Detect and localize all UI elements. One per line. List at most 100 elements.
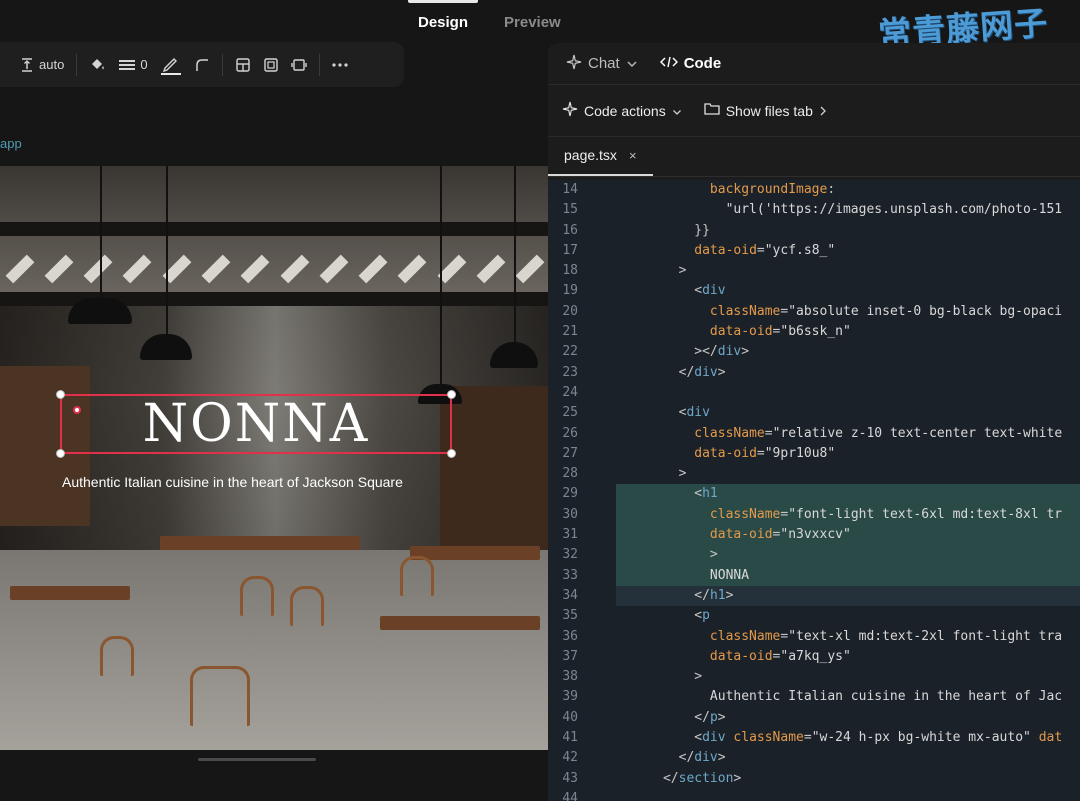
selection-anchor-icon[interactable] bbox=[73, 406, 81, 414]
code-line[interactable]: 28 > bbox=[548, 464, 1080, 484]
layout-grid-icon bbox=[235, 57, 251, 73]
stroke-color-button[interactable] bbox=[154, 50, 188, 80]
code-line[interactable]: 35 <p bbox=[548, 606, 1080, 626]
frame-button[interactable] bbox=[257, 50, 285, 80]
height-control[interactable]: auto bbox=[14, 50, 70, 80]
code-line[interactable]: 38 > bbox=[548, 667, 1080, 687]
code-text: <div bbox=[678, 405, 710, 421]
tab-chat-label: Chat bbox=[588, 55, 620, 72]
tab-design[interactable]: Design bbox=[400, 0, 486, 42]
code-line[interactable]: 19 <div bbox=[548, 281, 1080, 301]
code-line[interactable]: 43 </section> bbox=[548, 769, 1080, 789]
code-line[interactable]: 25 <div bbox=[548, 403, 1080, 423]
code-text: <h1 bbox=[616, 484, 1080, 505]
resize-handle-top-left[interactable] bbox=[56, 390, 65, 399]
line-number: 17 bbox=[562, 242, 578, 258]
file-tab-label: page.tsx bbox=[564, 147, 617, 163]
file-tabs: page.tsx × bbox=[548, 137, 1080, 177]
code-line[interactable]: 30 className="font-light text-6xl md:tex… bbox=[548, 504, 1080, 526]
code-line[interactable]: 33 NONNA bbox=[548, 565, 1080, 586]
border-lines-icon bbox=[119, 59, 136, 71]
code-text: NONNA bbox=[616, 565, 1080, 586]
line-number: 32 bbox=[562, 547, 578, 563]
tab-code[interactable]: Code bbox=[652, 55, 730, 73]
code-line[interactable]: 21 data-oid="b6ssk_n" bbox=[548, 322, 1080, 342]
show-files-tab-button[interactable]: Show files tab bbox=[704, 102, 827, 119]
code-text: data-oid="9pr10u8" bbox=[694, 445, 836, 461]
tab-code-label: Code bbox=[683, 55, 722, 72]
code-text: > bbox=[678, 263, 687, 279]
line-number: 36 bbox=[562, 628, 578, 644]
fill-button[interactable] bbox=[83, 50, 113, 80]
code-text: data-oid="ycf.s8_" bbox=[694, 242, 836, 258]
paint-bucket-icon bbox=[89, 57, 107, 73]
code-text: </h1> bbox=[616, 585, 1080, 607]
code-text: </div> bbox=[678, 364, 726, 380]
more-button[interactable] bbox=[326, 50, 354, 80]
code-line[interactable]: 18 > bbox=[548, 261, 1080, 281]
line-number: 40 bbox=[562, 709, 578, 725]
code-line[interactable]: 16 }} bbox=[548, 221, 1080, 241]
frame-icon bbox=[263, 57, 279, 73]
code-text: > bbox=[678, 466, 687, 482]
code-line[interactable]: 20 className="absolute inset-0 bg-black … bbox=[548, 302, 1080, 322]
code-text: ></div> bbox=[694, 344, 750, 360]
resize-handle-top-right[interactable] bbox=[447, 390, 456, 399]
code-line[interactable]: 42 </div> bbox=[548, 748, 1080, 768]
code-line[interactable]: 26 className="relative z-10 text-center … bbox=[548, 424, 1080, 444]
frame-label[interactable]: app bbox=[0, 136, 22, 151]
code-line[interactable]: 36 className="text-xl md:text-2xl font-l… bbox=[548, 627, 1080, 647]
code-line[interactable]: 29 <h1 bbox=[548, 484, 1080, 505]
padding-icon bbox=[290, 57, 307, 73]
line-number: 41 bbox=[562, 730, 578, 746]
layout-button[interactable] bbox=[229, 50, 257, 80]
tab-preview[interactable]: Preview bbox=[486, 0, 579, 42]
line-number: 35 bbox=[562, 608, 578, 624]
sparkle-icon bbox=[562, 101, 578, 120]
code-line[interactable]: 24 bbox=[548, 383, 1080, 403]
resize-handle-bottom-left[interactable] bbox=[56, 449, 65, 458]
code-line[interactable]: 44 bbox=[548, 789, 1080, 801]
resize-handle-bottom-right[interactable] bbox=[447, 449, 456, 458]
code-line[interactable]: 15 "url('https://images.unsplash.com/pho… bbox=[548, 200, 1080, 220]
code-line[interactable]: 14 backgroundImage: bbox=[548, 180, 1080, 200]
sparkle-icon bbox=[566, 54, 582, 74]
code-text: <div className="w-24 h-px bg-white mx-au… bbox=[694, 730, 1063, 746]
file-tab-page[interactable]: page.tsx × bbox=[548, 136, 653, 176]
code-line[interactable]: 31 data-oid="n3vxxcv" bbox=[548, 525, 1080, 546]
code-editor[interactable]: 14 backgroundImage: 15 "url('https://imag… bbox=[548, 180, 1080, 801]
corner-radius-button[interactable] bbox=[188, 50, 216, 80]
code-actions-button[interactable]: Code actions bbox=[562, 101, 682, 120]
hero-subtitle[interactable]: Authentic Italian cuisine in the heart o… bbox=[62, 474, 403, 490]
vertical-size-icon bbox=[20, 57, 34, 73]
code-line[interactable]: 22 ></div> bbox=[548, 342, 1080, 362]
code-text: <p bbox=[694, 608, 710, 624]
design-canvas-frame[interactable]: NONNA Authentic Italian cuisine in the h… bbox=[0, 166, 550, 750]
padding-button[interactable] bbox=[285, 50, 313, 80]
folder-icon bbox=[704, 102, 720, 119]
line-number: 21 bbox=[562, 324, 578, 340]
line-number: 18 bbox=[562, 263, 578, 279]
code-text: backgroundImage: bbox=[709, 182, 836, 197]
code-line[interactable]: 40 </p> bbox=[548, 708, 1080, 728]
close-icon[interactable]: × bbox=[629, 148, 637, 163]
code-line[interactable]: 37 data-oid="a7kq_ys" bbox=[548, 647, 1080, 667]
line-number: 14 bbox=[562, 182, 578, 197]
code-text: data-oid="a7kq_ys" bbox=[709, 648, 851, 664]
chevron-down-icon bbox=[626, 55, 638, 72]
border-width-control[interactable]: 0 bbox=[113, 50, 153, 80]
code-line[interactable]: 27 data-oid="9pr10u8" bbox=[548, 444, 1080, 464]
canvas-scrollbar[interactable] bbox=[198, 758, 316, 761]
show-files-tab-label: Show files tab bbox=[725, 102, 813, 119]
code-line[interactable]: 41 <div className="w-24 h-px bg-white mx… bbox=[548, 728, 1080, 748]
tab-chat[interactable]: Chat bbox=[558, 54, 646, 74]
code-line[interactable]: 17 data-oid="ycf.s8_" bbox=[548, 241, 1080, 261]
code-line[interactable]: 32 > bbox=[548, 545, 1080, 566]
line-number: 34 bbox=[562, 587, 578, 603]
line-number: 42 bbox=[562, 750, 578, 766]
code-text: data-oid="b6ssk_n" bbox=[709, 324, 851, 340]
code-line[interactable]: 39 Authentic Italian cuisine in the hear… bbox=[548, 687, 1080, 707]
code-line[interactable]: 34 </h1> bbox=[548, 585, 1080, 607]
code-line[interactable]: 23 </div> bbox=[548, 363, 1080, 383]
